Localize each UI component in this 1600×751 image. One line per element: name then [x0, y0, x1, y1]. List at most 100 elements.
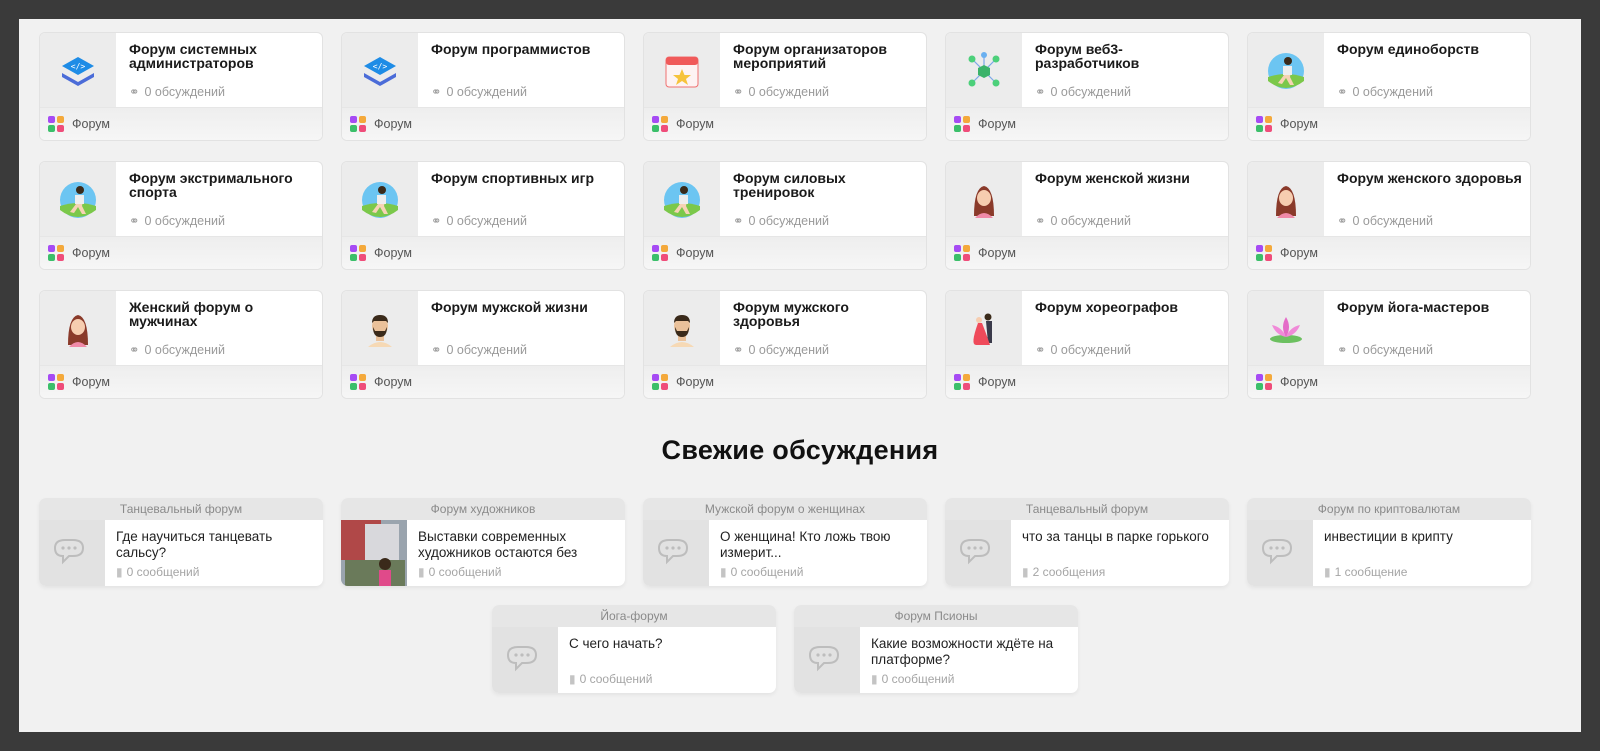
forum-card[interactable]: </> Форум программистов ⚭ 0 обсуждений Фо…	[341, 32, 625, 141]
chat-bubbles-icon	[492, 627, 558, 693]
forum-category: Форум	[1248, 107, 1530, 140]
forum-logo-icon	[1256, 116, 1272, 132]
discussions-icon: ⚭	[1035, 85, 1046, 99]
discussion-title[interactable]: что за танцы в парке горького	[1022, 529, 1221, 545]
forum-card[interactable]: Форум экстримального спорта ⚭ 0 обсуждени…	[39, 161, 323, 270]
comment-icon: ▮	[116, 565, 123, 579]
discussion-card[interactable]: Мужской форум о женщинах О женщина! Кто …	[643, 498, 927, 586]
forum-card[interactable]: Форум женского здоровья ⚭ 0 обсуждений Фо…	[1247, 161, 1531, 270]
runner-icon	[1248, 33, 1324, 109]
discussion-count: ⚭ 0 обсуждений	[733, 342, 829, 358]
discussions-icon: ⚭	[1337, 85, 1348, 99]
forum-title: Форум системных администраторов	[129, 41, 257, 71]
discussions-icon: ⚭	[1035, 343, 1046, 357]
discussion-count: ⚭ 0 обсуждений	[1035, 213, 1131, 229]
man-avatar-icon	[342, 291, 418, 367]
forum-category: Форум	[40, 236, 322, 269]
forum-card[interactable]: Форум йога-мастеров ⚭ 0 обсуждений Форум	[1247, 290, 1531, 399]
discussion-count: ⚭ 0 обсуждений	[129, 342, 225, 358]
discussions-icon: ⚭	[129, 343, 140, 357]
message-count: ▮ 0 сообщений	[116, 565, 200, 579]
message-count: ▮ 0 сообщений	[569, 672, 653, 686]
discussion-card[interactable]: Форум художников Выставки современных ху…	[341, 498, 625, 586]
discussion-forum-name[interactable]: Форум по криптовалютам	[1247, 498, 1531, 520]
forum-title: Форум спортивных игр	[431, 170, 595, 186]
forum-category: Форум	[342, 365, 624, 398]
network-cube-icon	[946, 33, 1022, 109]
forum-title: Форум веб3-разработчиков	[1035, 41, 1140, 71]
forum-logo-icon	[954, 116, 970, 132]
forum-category: Форум	[946, 365, 1228, 398]
discussions-icon: ⚭	[431, 85, 442, 99]
forum-logo-icon	[652, 374, 668, 390]
forum-category: Форум	[342, 107, 624, 140]
discussion-title[interactable]: Выставки современных художников остаются…	[418, 529, 617, 561]
forum-card[interactable]: Форум мужской жизни ⚭ 0 обсуждений Форум	[341, 290, 625, 399]
forum-card[interactable]: Форум женской жизни ⚭ 0 обсуждений Форум	[945, 161, 1229, 270]
forum-card[interactable]: Форум организаторов мероприятий ⚭ 0 обсуж…	[643, 32, 927, 141]
message-count: ▮ 0 сообщений	[418, 565, 502, 579]
svg-text:</>: </>	[373, 62, 388, 71]
discussion-title[interactable]: С чего начать?	[569, 636, 768, 652]
discussions-icon: ⚭	[733, 343, 744, 357]
forum-card[interactable]: Форум хореографов ⚭ 0 обсуждений Форум	[945, 290, 1229, 399]
discussion-card[interactable]: Форум по криптовалютам инвестиции в крип…	[1247, 498, 1531, 586]
comment-icon: ▮	[418, 565, 425, 579]
forum-category: Форум	[40, 107, 322, 140]
forum-card[interactable]: Форум спортивных игр ⚭ 0 обсуждений Форум	[341, 161, 625, 270]
discussion-card[interactable]: Танцевальный форум что за танцы в парке …	[945, 498, 1229, 586]
forum-card[interactable]: Форум веб3-разработчиков ⚭ 0 обсуждений Ф…	[945, 32, 1229, 141]
forum-card[interactable]: Форум силовых тренировок ⚭ 0 обсуждений Ф…	[643, 161, 927, 270]
forum-logo-icon	[48, 116, 64, 132]
discussions-row: Танцевальный форум Где научиться танцева…	[39, 498, 1531, 586]
discussion-title[interactable]: инвестиции в крипту	[1324, 529, 1523, 545]
discussion-count: ⚭ 0 обсуждений	[733, 84, 829, 100]
forum-card[interactable]: Женский форум о мужчинах ⚭ 0 обсуждений Ф…	[39, 290, 323, 399]
comment-icon: ▮	[871, 672, 878, 686]
discussions-icon: ⚭	[733, 214, 744, 228]
discussion-title[interactable]: Какие возможности ждёте на платформе?	[871, 636, 1070, 668]
discussion-count: ⚭ 0 обсуждений	[1035, 342, 1131, 358]
forum-title: Форум силовых тренировок	[733, 170, 846, 200]
discussion-card[interactable]: Танцевальный форум Где научиться танцева…	[39, 498, 323, 586]
message-count: ▮ 2 сообщения	[1022, 565, 1106, 579]
runner-icon	[644, 162, 720, 238]
discussion-title[interactable]: О женщина! Кто ложь твою измерит...	[720, 529, 919, 561]
forum-category: Форум	[946, 107, 1228, 140]
forum-card[interactable]: </> Форум системных администраторов ⚭ 0 о…	[39, 32, 323, 141]
forum-grid: </> Форум системных администраторов ⚭ 0 о…	[39, 32, 1531, 399]
message-count: ▮ 0 сообщений	[720, 565, 804, 579]
forum-logo-icon	[350, 116, 366, 132]
forum-title: Форум экстримального спорта	[129, 170, 293, 200]
forum-card[interactable]: Форум мужского здоровья ⚭ 0 обсуждений Фо…	[643, 290, 927, 399]
forum-logo-icon	[350, 374, 366, 390]
woman-avatar-icon	[40, 291, 116, 367]
forum-category: Форум	[946, 236, 1228, 269]
chat-bubbles-icon	[1247, 520, 1313, 586]
discussion-forum-name[interactable]: Йога-форум	[492, 605, 776, 627]
discussions-icon: ⚭	[1035, 214, 1046, 228]
section-title: Свежие обсуждения	[661, 435, 939, 465]
forum-title: Форум мужского здоровья	[733, 299, 849, 329]
forum-category: Форум	[40, 365, 322, 398]
woman-avatar-icon	[1248, 162, 1324, 238]
discussions-icon: ⚭	[129, 85, 140, 99]
forum-card[interactable]: Форум единоборств ⚭ 0 обсуждений Форум	[1247, 32, 1531, 141]
forum-title: Форум программистов	[431, 41, 591, 57]
discussion-forum-name[interactable]: Танцевальный форум	[39, 498, 323, 520]
forum-logo-icon	[48, 374, 64, 390]
discussion-forum-name[interactable]: Танцевальный форум	[945, 498, 1229, 520]
discussion-card[interactable]: Форум Псионы Какие возможности ждёте на …	[794, 605, 1078, 693]
discussion-card[interactable]: Йога-форум С чего начать? ▮ 0 сообщений	[492, 605, 776, 693]
dancers-icon	[946, 291, 1022, 367]
discussion-title[interactable]: Где научиться танцевать сальсу?	[116, 529, 315, 561]
forum-title: Форум женской жизни	[1035, 170, 1190, 186]
discussion-forum-name[interactable]: Мужской форум о женщинах	[643, 498, 927, 520]
discussion-forum-name[interactable]: Форум Псионы	[794, 605, 1078, 627]
discussion-count: ⚭ 0 обсуждений	[1337, 342, 1433, 358]
forum-title: Форум йога-мастеров	[1337, 299, 1490, 315]
page-content: </> Форум системных администраторов ⚭ 0 о…	[19, 19, 1581, 732]
discussion-forum-name[interactable]: Форум художников	[341, 498, 625, 520]
svg-text:</>: </>	[71, 62, 86, 71]
comment-icon: ▮	[569, 672, 576, 686]
